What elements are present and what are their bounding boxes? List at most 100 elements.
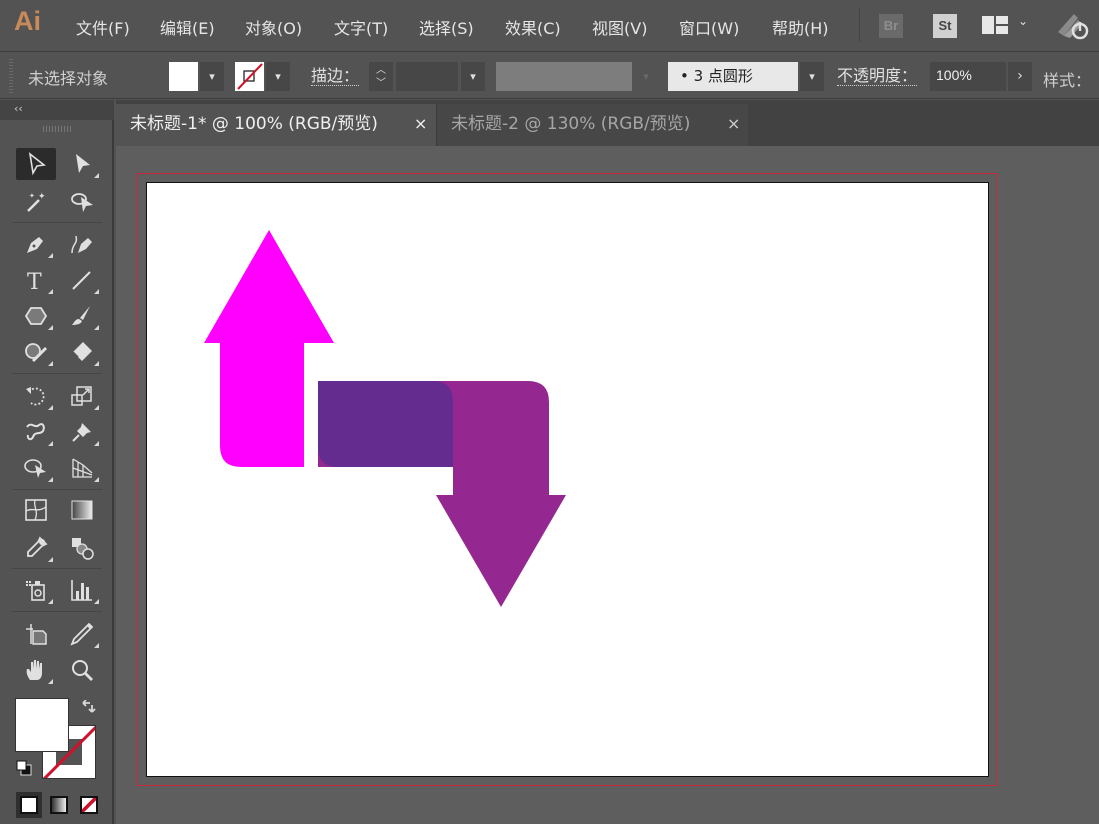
- shaper-icon: [25, 343, 48, 363]
- hand-icon: [26, 660, 42, 680]
- tab-document-1[interactable]: 未标题-1* @ 100% (RGB/预览) ×: [116, 104, 436, 146]
- menu-window[interactable]: 窗口(W): [679, 15, 739, 39]
- menu-file[interactable]: 文件(F): [76, 15, 130, 39]
- line-icon: [72, 271, 91, 290]
- menu-type[interactable]: 文字(T): [334, 15, 388, 39]
- lasso-icon: [71, 193, 93, 212]
- tab-label: 未标题-2 @ 130% (RGB/预览): [451, 114, 691, 134]
- shape-builder-icon: [24, 459, 46, 478]
- brush-definition[interactable]: • 3 点圆形: [668, 62, 798, 91]
- mesh-icon: [25, 499, 47, 521]
- polygon-tool[interactable]: [16, 300, 56, 332]
- rotate-tool[interactable]: [16, 380, 56, 412]
- svg-text:✦: ✦: [29, 192, 35, 200]
- menu-edit[interactable]: 编辑(E): [160, 15, 215, 39]
- selection-tool[interactable]: [16, 148, 56, 180]
- curvature-tool[interactable]: [62, 228, 102, 260]
- tab-document-2[interactable]: 未标题-2 @ 130% (RGB/预览) ×: [436, 104, 748, 146]
- gradient-icon: [71, 500, 93, 520]
- artboard-tool[interactable]: [16, 618, 56, 650]
- menu-select[interactable]: 选择(S): [419, 15, 474, 39]
- tool-divider: [12, 489, 102, 490]
- tool-divider: [12, 611, 102, 612]
- pen-tool[interactable]: [16, 228, 56, 260]
- none-mode-button[interactable]: [76, 792, 102, 818]
- artwork[interactable]: [146, 182, 989, 777]
- up-arrow-shape[interactable]: [204, 230, 334, 467]
- sync-power-icon[interactable]: [1056, 10, 1090, 44]
- paintbrush-icon: [72, 306, 90, 325]
- opacity-label[interactable]: 不透明度：: [837, 67, 918, 86]
- perspective-grid-icon: [72, 458, 93, 478]
- pen-icon: [27, 237, 43, 253]
- slice-tool[interactable]: [62, 618, 102, 650]
- symbol-sprayer-tool[interactable]: [16, 574, 56, 606]
- overlap-shape[interactable]: [318, 381, 453, 467]
- fill-swatch[interactable]: [169, 62, 198, 91]
- collapse-icon[interactable]: ‹‹: [14, 102, 23, 115]
- direct-selection-icon: [76, 154, 90, 173]
- paintbrush-tool[interactable]: [62, 300, 102, 332]
- zoom-tool[interactable]: [62, 654, 102, 686]
- variable-width-profile[interactable]: [496, 62, 632, 91]
- scale-icon: [71, 386, 92, 406]
- swap-fill-stroke-icon[interactable]: [80, 699, 96, 720]
- stroke-swatch[interactable]: [235, 62, 264, 91]
- chevron-down-icon[interactable]: ⌄: [1018, 14, 1028, 28]
- selection-arrow-icon: [28, 152, 46, 176]
- brush-dropdown[interactable]: ▾: [800, 62, 824, 91]
- stroke-weight-input[interactable]: [396, 62, 458, 91]
- blend-tool[interactable]: [62, 532, 102, 564]
- eyedropper-tool[interactable]: [16, 532, 56, 564]
- fill-color-box[interactable]: [15, 698, 69, 752]
- default-fill-stroke-icon[interactable]: [16, 760, 32, 780]
- eraser-icon: [72, 342, 92, 361]
- menu-view[interactable]: 视图(V): [592, 15, 647, 39]
- panel-grip[interactable]: [43, 126, 73, 132]
- curvature-pen-icon: [71, 235, 92, 254]
- mesh-tool[interactable]: [16, 494, 56, 526]
- fill-dropdown[interactable]: ▾: [200, 62, 224, 91]
- column-graph-tool[interactable]: [62, 574, 102, 606]
- shape-builder-tool[interactable]: [16, 452, 56, 484]
- gradient-mode-button[interactable]: [46, 792, 72, 818]
- shaper-tool[interactable]: [16, 336, 56, 368]
- opacity-expand-button[interactable]: ›: [1008, 62, 1032, 91]
- lasso-tool[interactable]: [62, 186, 102, 218]
- rotate-icon: [26, 387, 45, 406]
- magic-wand-icon: ✦✦: [27, 192, 46, 212]
- panel-grip[interactable]: [9, 59, 13, 93]
- stroke-dropdown[interactable]: ▾: [266, 62, 290, 91]
- stroke-label[interactable]: 描边：: [311, 67, 360, 86]
- hand-tool[interactable]: [16, 654, 56, 686]
- opacity-input[interactable]: 100%: [930, 62, 1006, 91]
- perspective-grid-tool[interactable]: [62, 452, 102, 484]
- puppet-warp-tool[interactable]: [62, 416, 102, 448]
- type-tool[interactable]: T: [16, 264, 56, 296]
- profile-dropdown: ▾: [634, 62, 658, 91]
- eyedropper-icon: [27, 536, 48, 557]
- menu-object[interactable]: 对象(O): [245, 15, 302, 39]
- stroke-weight-stepper[interactable]: ︿ ﹀: [369, 62, 393, 91]
- close-icon[interactable]: ×: [414, 104, 427, 144]
- magic-wand-tool[interactable]: ✦ ✦: [16, 186, 56, 218]
- close-icon[interactable]: ×: [727, 104, 740, 144]
- eraser-tool[interactable]: [62, 336, 102, 368]
- line-segment-tool[interactable]: [62, 264, 102, 296]
- scale-tool[interactable]: [62, 380, 102, 412]
- menu-effect[interactable]: 效果(C): [505, 15, 561, 39]
- stock-icon[interactable]: St: [933, 14, 957, 38]
- bridge-icon[interactable]: Br: [879, 14, 903, 38]
- app-logo: Ai: [14, 6, 41, 36]
- svg-text:T: T: [27, 270, 42, 293]
- color-mode-button[interactable]: [16, 792, 42, 818]
- stroke-weight-dropdown[interactable]: ▾: [461, 62, 485, 91]
- warp-tool[interactable]: [16, 416, 56, 448]
- menu-help[interactable]: 帮助(H): [772, 15, 829, 39]
- document-tab-bar: 未标题-1* @ 100% (RGB/预览) × 未标题-2 @ 130% (R…: [116, 100, 1099, 146]
- gradient-tool[interactable]: [62, 494, 102, 526]
- workspace-switcher-icon[interactable]: [982, 16, 1008, 38]
- artboard-icon: [26, 624, 47, 645]
- tool-divider: [12, 222, 102, 223]
- direct-selection-tool[interactable]: [62, 148, 102, 180]
